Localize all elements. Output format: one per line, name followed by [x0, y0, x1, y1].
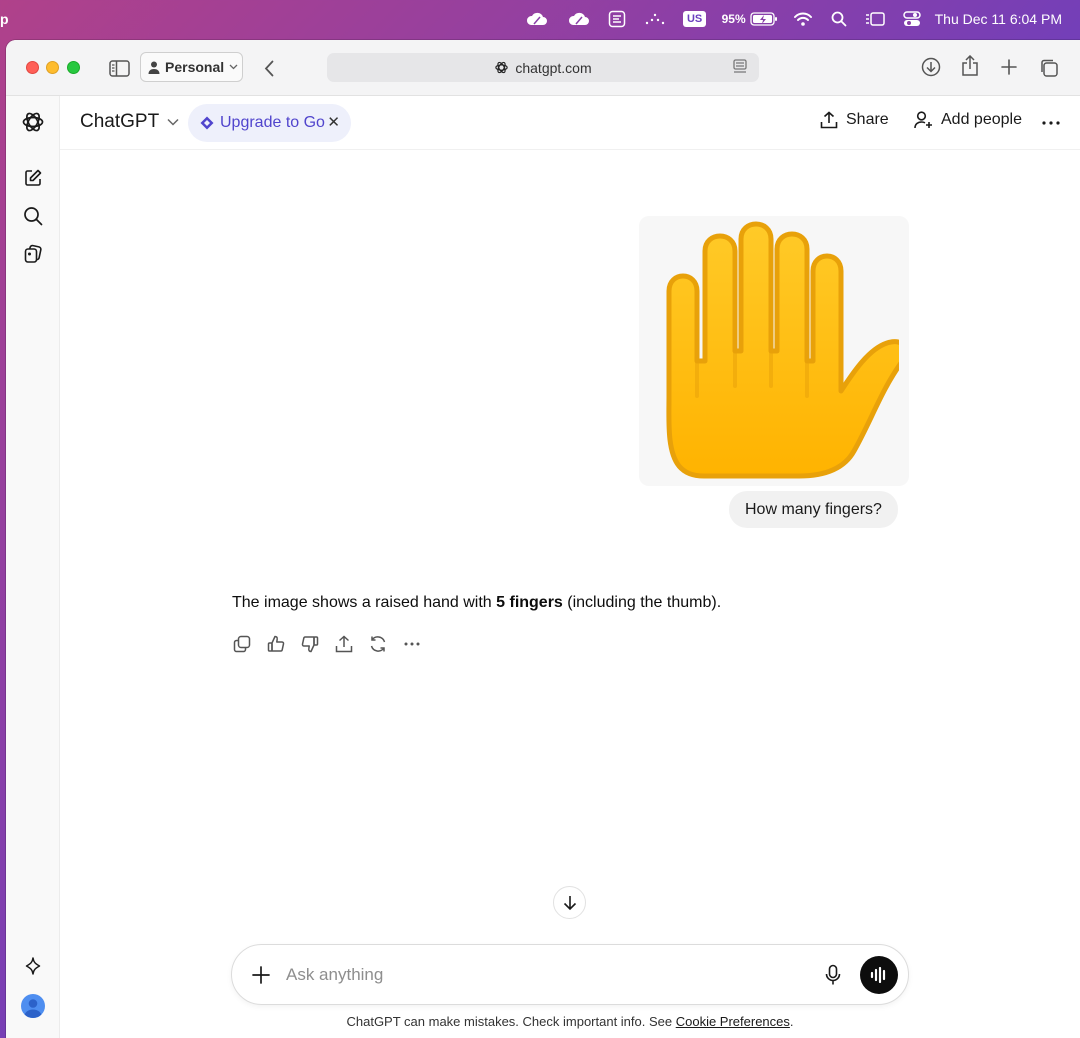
keyboard-layout-indicator[interactable]: US [675, 0, 715, 38]
upgrade-label: Upgrade to Go [220, 114, 325, 131]
url-text: chatgpt.com [515, 59, 592, 76]
close-window-button[interactable] [26, 61, 39, 74]
voice-mode-button[interactable] [860, 956, 898, 994]
close-icon[interactable]: ✕ [327, 113, 340, 131]
microphone-icon[interactable] [825, 964, 841, 986]
prompt-input[interactable] [286, 961, 806, 989]
disclaimer-text: ChatGPT can make mistakes. Check importa… [346, 1014, 676, 1029]
person-icon [148, 61, 160, 74]
menu-bar-clock[interactable]: Thu Dec 11 6:04 PM [935, 0, 1062, 38]
share-icon [820, 111, 838, 129]
menu-bar: p US 95% Thu Dec 11 6:04 PM [0, 0, 1080, 38]
raised-hand-icon [666, 221, 899, 479]
profile-label: Personal [165, 59, 225, 75]
assistant-text-prefix: The image shows a raised hand with [232, 594, 497, 611]
more-options-icon[interactable] [402, 634, 422, 654]
assistant-message: The image shows a raised hand with 5 fin… [232, 594, 721, 612]
wifi-icon[interactable] [785, 0, 821, 38]
thumbs-down-icon[interactable] [300, 634, 320, 654]
openai-favicon-icon [494, 60, 509, 75]
assistant-text-suffix: (including the thumb). [562, 594, 722, 611]
reader-mode-icon[interactable] [733, 59, 747, 75]
battery-percent: 95% [721, 12, 746, 26]
menu-bar-extras: US 95% Thu Dec 11 6:04 PM [515, 0, 1062, 38]
add-person-icon [914, 111, 933, 129]
control-center-icon[interactable] [893, 0, 931, 38]
cloud-icon[interactable] [559, 0, 599, 38]
model-selector[interactable]: ChatGPT [80, 111, 179, 133]
browser-toolbar: Personal chatgpt.com [6, 40, 1080, 96]
cloud-icon[interactable] [515, 0, 559, 38]
chevron-down-icon [167, 118, 179, 126]
zoom-window-button[interactable] [67, 61, 80, 74]
diamond-icon [200, 116, 214, 130]
composer [231, 944, 909, 1005]
copy-icon[interactable] [232, 634, 252, 654]
share-page-icon[interactable] [959, 54, 981, 78]
browser-window: Personal chatgpt.com ChatGPT Upgrade to … [6, 40, 1080, 1038]
disclaimer: ChatGPT can make mistakes. Check importa… [6, 1014, 1080, 1029]
scroll-to-bottom-button[interactable] [553, 886, 586, 919]
share-button[interactable]: Share [820, 111, 889, 129]
search-icon[interactable] [821, 0, 857, 38]
new-tab-icon[interactable] [999, 57, 1019, 77]
battery-icon [749, 12, 778, 26]
profile-menu-button[interactable]: Personal [140, 52, 243, 82]
model-label: ChatGPT [80, 111, 160, 132]
thumbs-up-icon[interactable] [266, 634, 286, 654]
assistant-text-bold: 5 fingers [496, 594, 563, 611]
regenerate-icon[interactable] [368, 634, 388, 654]
chatgpt-logo-icon[interactable] [21, 110, 45, 134]
sparkle-icon[interactable] [21, 954, 45, 978]
share-label: Share [846, 111, 889, 128]
sidebar-rail [6, 96, 60, 1038]
search-chats-icon[interactable] [21, 204, 45, 228]
cookie-preferences-link[interactable]: Cookie Preferences [676, 1014, 790, 1029]
attach-plus-icon[interactable] [251, 965, 271, 985]
keyboard-layout-badge: US [682, 11, 707, 27]
minimize-window-button[interactable] [46, 61, 59, 74]
text-input-icon[interactable] [599, 0, 635, 38]
upgrade-button[interactable]: Upgrade to Go ✕ [188, 104, 351, 142]
more-options-icon[interactable] [1042, 121, 1060, 125]
message-actions [232, 634, 422, 654]
user-message-bubble: How many fingers? [729, 491, 898, 528]
new-chat-icon[interactable] [21, 166, 45, 190]
chevron-down-icon [229, 64, 238, 70]
waveform-icon [870, 967, 886, 983]
user-message-text: How many fingers? [745, 500, 882, 518]
address-bar[interactable]: chatgpt.com [327, 53, 759, 82]
battery-indicator[interactable]: 95% [715, 0, 785, 38]
tab-overview-icon[interactable] [1038, 57, 1060, 79]
share-message-icon[interactable] [334, 634, 354, 654]
display-icon[interactable] [857, 0, 893, 38]
add-people-button[interactable]: Add people [914, 111, 1022, 129]
uploaded-image[interactable] [639, 216, 909, 486]
chatgpt-page: ChatGPT Upgrade to Go ✕ Share Add people… [6, 96, 1080, 1038]
arrow-down-icon [563, 895, 577, 911]
dots-icon[interactable] [635, 0, 675, 38]
downloads-icon[interactable] [920, 56, 942, 78]
sidebar-toggle-icon[interactable] [108, 57, 130, 79]
app-menu-fragment[interactable]: p [0, 11, 9, 27]
add-people-label: Add people [941, 111, 1022, 128]
chat-header: ChatGPT Upgrade to Go ✕ Share Add people [60, 96, 1080, 150]
library-icon[interactable] [21, 242, 45, 266]
back-icon[interactable] [259, 57, 279, 79]
disclaimer-end: . [789, 1014, 794, 1029]
